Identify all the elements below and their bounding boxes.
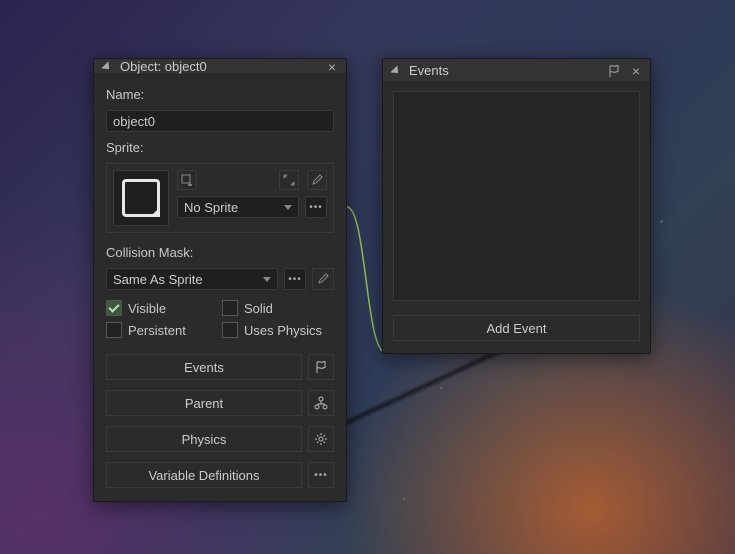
checkbox-box — [222, 300, 238, 316]
variable-definitions-button[interactable]: Variable Definitions — [106, 462, 302, 488]
parent-button[interactable]: Parent — [106, 390, 302, 416]
object-panel: Object: object0 × Name: Sprite: — [93, 58, 347, 502]
pencil-icon — [317, 273, 329, 285]
collision-mask-value: Same As Sprite — [113, 272, 203, 287]
sprite-label: Sprite: — [106, 140, 334, 155]
collision-mask-label: Collision Mask: — [106, 245, 334, 260]
flag-icon — [314, 360, 328, 374]
close-icon[interactable]: × — [324, 60, 340, 74]
panel-title: Events — [409, 63, 598, 78]
checkbox-box — [222, 322, 238, 338]
visible-checkbox[interactable]: Visible — [106, 300, 218, 316]
more-icon: ••• — [314, 470, 328, 481]
sprite-placeholder-icon — [122, 179, 160, 217]
new-sprite-button[interactable] — [177, 170, 197, 190]
collision-mask-more-button[interactable]: ••• — [284, 268, 306, 290]
edit-sprite-button[interactable] — [307, 170, 327, 190]
events-icon-button[interactable] — [308, 354, 334, 380]
chevron-down-icon — [263, 277, 271, 282]
chevron-down-icon — [284, 205, 292, 210]
hierarchy-icon — [314, 396, 328, 410]
variable-definitions-more-button[interactable]: ••• — [308, 462, 334, 488]
solid-checkbox[interactable]: Solid — [222, 300, 334, 316]
physics-icon-button[interactable] — [308, 426, 334, 452]
checkbox-box — [106, 300, 122, 316]
collision-mask-select[interactable]: Same As Sprite — [106, 268, 278, 290]
collapse-arrow-icon[interactable] — [390, 65, 401, 76]
sprite-select-button[interactable] — [279, 170, 299, 190]
add-event-button[interactable]: Add Event — [393, 315, 640, 341]
checkbox-label: Visible — [128, 301, 166, 316]
sprite-select-value: No Sprite — [184, 200, 238, 215]
checkbox-label: Solid — [244, 301, 273, 316]
physics-button[interactable]: Physics — [106, 426, 302, 452]
events-list-empty[interactable] — [393, 91, 640, 301]
pencil-icon — [311, 174, 323, 186]
connection-wire — [346, 202, 386, 362]
uses-physics-checkbox[interactable]: Uses Physics — [222, 322, 334, 338]
name-input[interactable] — [106, 110, 334, 132]
panel-title: Object: object0 — [120, 59, 316, 74]
sprite-select[interactable]: No Sprite — [177, 196, 299, 218]
flag-icon — [607, 64, 621, 78]
close-icon[interactable]: × — [628, 64, 644, 78]
events-flag-icon[interactable] — [606, 63, 622, 79]
new-sprite-icon — [181, 174, 193, 186]
checkbox-label: Uses Physics — [244, 323, 322, 338]
gear-icon — [314, 432, 328, 446]
events-button[interactable]: Events — [106, 354, 302, 380]
sprite-preview[interactable] — [113, 170, 169, 226]
events-panel: Events × Add Event — [382, 58, 651, 354]
events-panel-titlebar[interactable]: Events × — [383, 59, 650, 83]
parent-icon-button[interactable] — [308, 390, 334, 416]
sprite-section: No Sprite ••• — [106, 163, 334, 233]
checkbox-box — [106, 322, 122, 338]
name-label: Name: — [106, 87, 334, 102]
sprite-more-button[interactable]: ••• — [305, 196, 327, 218]
persistent-checkbox[interactable]: Persistent — [106, 322, 218, 338]
collapse-arrow-icon[interactable] — [101, 61, 112, 72]
edit-mask-button[interactable] — [312, 268, 334, 290]
expand-icon — [283, 174, 295, 186]
checkbox-label: Persistent — [128, 323, 186, 338]
object-panel-titlebar[interactable]: Object: object0 × — [94, 59, 346, 75]
